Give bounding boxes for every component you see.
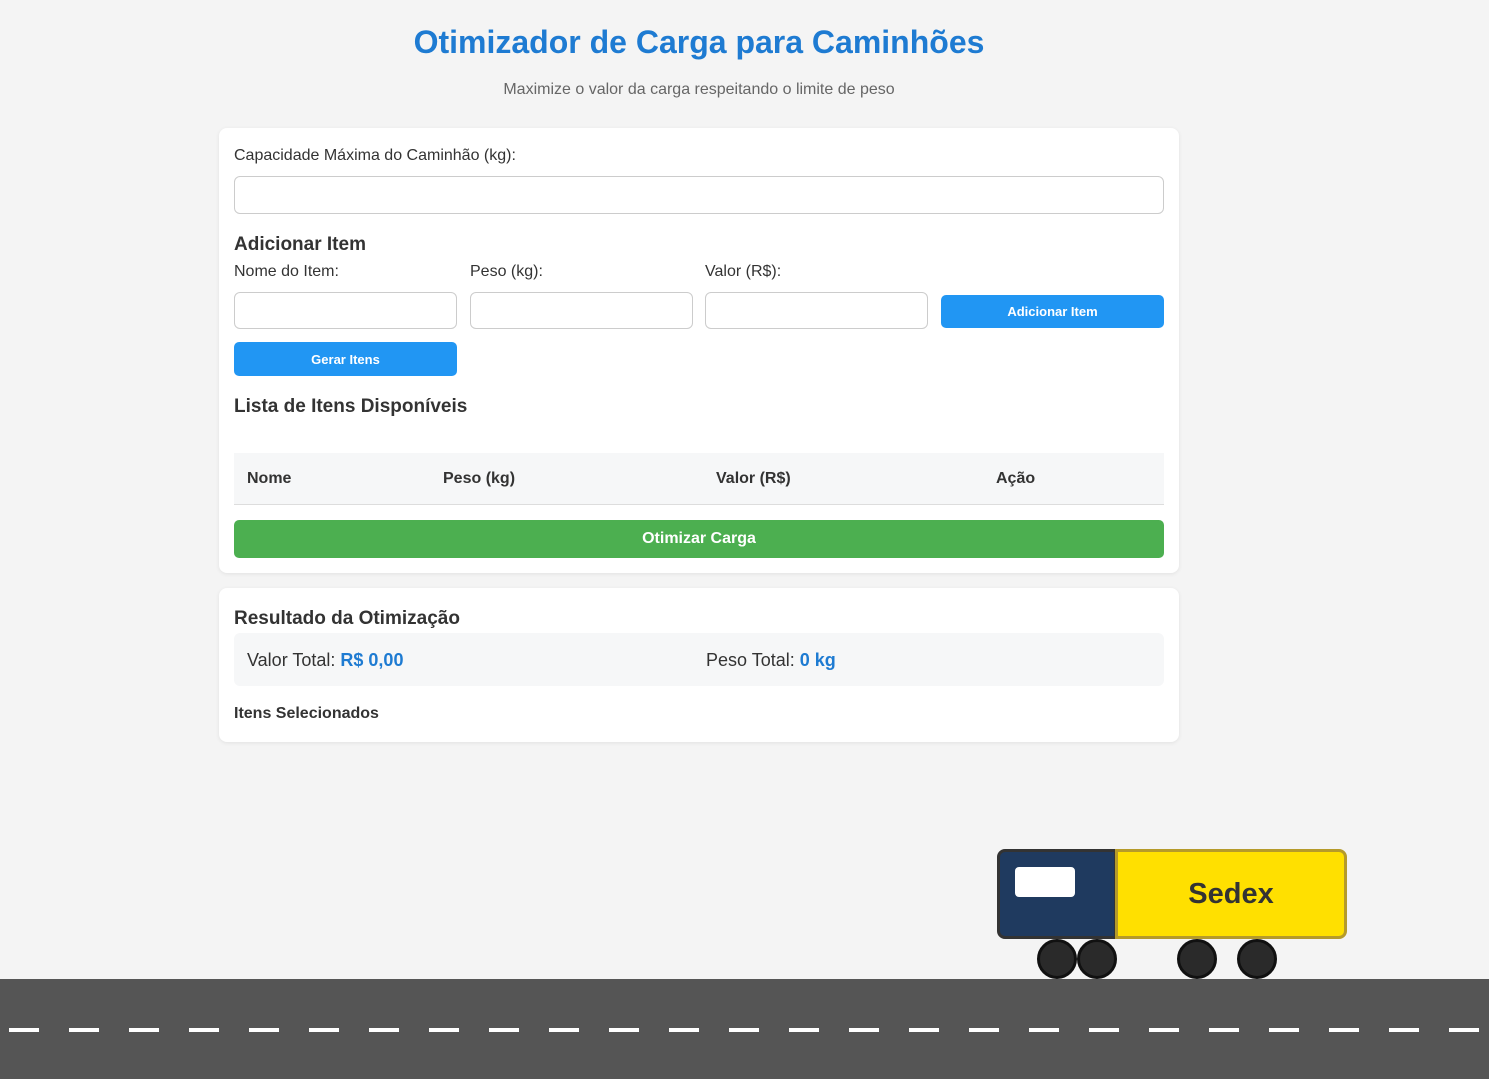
item-value-input[interactable] [705, 292, 928, 329]
result-card: Resultado da Otimização Valor Total: R$ … [219, 588, 1179, 742]
truck-cab [997, 849, 1117, 939]
truck-wheel [1237, 939, 1277, 979]
selected-items-title: Itens Selecionados [234, 705, 379, 722]
page-title: Otimizador de Carga para Caminhões [413, 24, 985, 60]
truck-wheel [1037, 939, 1077, 979]
capacity-label: Capacidade Máxima do Caminhão (kg): [234, 147, 516, 164]
column-header-value: Valor (R$) [716, 470, 791, 487]
column-header-name: Nome [247, 470, 292, 487]
page-subtitle: Maximize o valor da carga respeitando o … [503, 81, 895, 98]
total-value-amount: R$ 0,00 [340, 650, 404, 670]
truck-wheel [1177, 939, 1217, 979]
item-name-label: Nome do Item: [234, 263, 339, 280]
add-item-title: Adicionar Item [234, 234, 366, 255]
total-value-label: Valor Total: [247, 650, 336, 670]
column-header-weight: Peso (kg) [443, 470, 516, 487]
optimizer-form-card: Capacidade Máxima do Caminhão (kg): Adic… [219, 128, 1179, 573]
item-weight-label: Peso (kg): [470, 263, 543, 280]
truck-window [1015, 867, 1075, 897]
road-lane-markings [0, 1028, 1489, 1032]
items-table-header: Nome Peso (kg) Valor (R$) Ação [234, 453, 1164, 505]
truck-trailer: Sedex [1115, 849, 1347, 939]
total-weight: Peso Total: 0 kg [706, 650, 836, 671]
capacity-input[interactable] [234, 176, 1164, 214]
road [0, 979, 1489, 1079]
result-summary: Valor Total: R$ 0,00 Peso Total: 0 kg [234, 633, 1164, 686]
item-weight-input[interactable] [470, 292, 693, 329]
optimize-button[interactable]: Otimizar Carga [234, 520, 1164, 558]
item-value-label: Valor (R$): [705, 263, 782, 280]
total-weight-amount: 0 kg [799, 650, 836, 670]
items-list-title: Lista de Itens Disponíveis [234, 396, 468, 417]
result-title: Resultado da Otimização [234, 608, 460, 629]
item-name-input[interactable] [234, 292, 457, 329]
generate-items-button[interactable]: Gerar Itens [234, 342, 457, 376]
total-weight-label: Peso Total: [706, 650, 795, 670]
truck-trailer-label: Sedex [1188, 878, 1274, 910]
add-item-button[interactable]: Adicionar Item [941, 295, 1164, 328]
column-header-action: Ação [996, 470, 1036, 487]
truck-wheel [1077, 939, 1117, 979]
total-value: Valor Total: R$ 0,00 [247, 650, 403, 671]
